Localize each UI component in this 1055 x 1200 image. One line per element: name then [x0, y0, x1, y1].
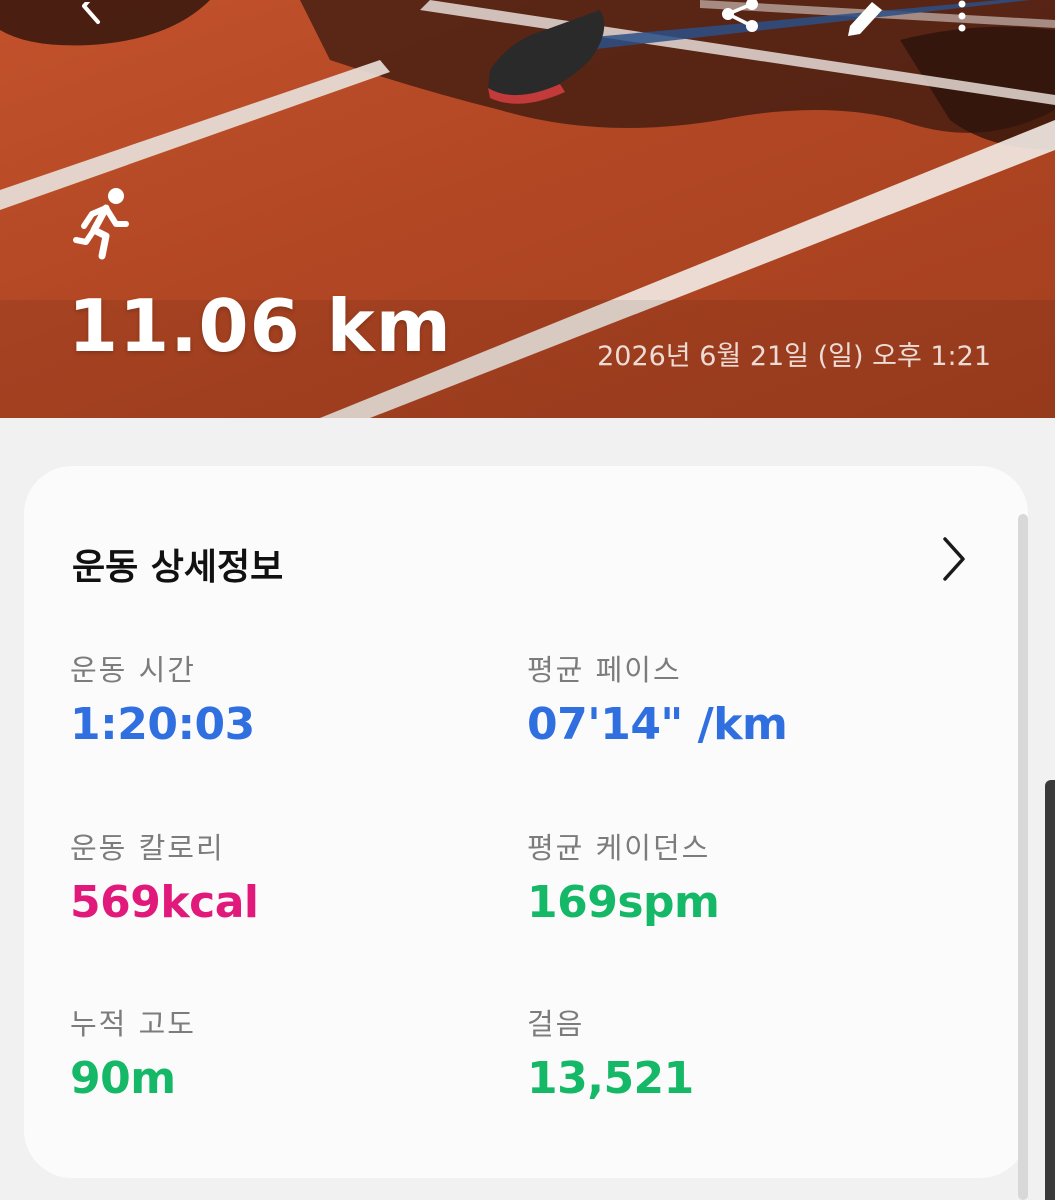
pencil-icon [848, 2, 882, 36]
stat-elevation-gain: 누적 고도 90m [70, 1010, 196, 1101]
stat-calories: 운동 칼로리 569kcal [70, 831, 259, 928]
chevron-right-icon [943, 537, 965, 581]
more-vertical-icon [958, 0, 966, 32]
workout-datetime: 2026년 6월 21일 (일) 오후 1:21 [597, 341, 991, 372]
workout-details-card: 운동 상세정보 운동 시간 1:20:03 평균 페이스 07'14" /km … [24, 466, 1028, 1178]
share-icon [722, 0, 758, 32]
edit-button[interactable] [834, 0, 894, 40]
share-button[interactable] [710, 0, 770, 40]
edge-panel-handle[interactable] [1045, 780, 1055, 1200]
stat-label: 평균 페이스 [527, 653, 682, 687]
stat-label: 운동 시간 [70, 653, 196, 687]
stat-value: 169spm [527, 877, 720, 928]
stat-duration: 운동 시간 1:20:03 [70, 656, 255, 747]
stat-average-cadence: 평균 케이던스 169spm [527, 831, 720, 928]
distance-value: 11.06 km [68, 284, 452, 368]
stat-label: 누적 고도 [70, 1007, 196, 1041]
running-icon [73, 188, 129, 260]
chevron-left-icon [82, 2, 100, 24]
stat-steps: 걸음 13,521 [527, 1010, 694, 1101]
details-open-button[interactable] [932, 532, 976, 586]
stat-value: 13,521 [527, 1053, 694, 1104]
back-button[interactable] [60, 0, 120, 40]
stat-label: 운동 칼로리 [70, 831, 225, 865]
stat-average-pace: 평균 페이스 07'14" /km [527, 653, 788, 750]
scrollbar[interactable] [1018, 514, 1028, 1200]
stat-value: 90m [70, 1053, 176, 1104]
stat-value: 569kcal [70, 877, 259, 928]
card-title: 운동 상세정보 [72, 547, 284, 588]
header-photo: 11.06 km 2026년 6월 21일 (일) 오후 1:21 [0, 0, 1055, 418]
stat-value: 07'14" /km [527, 699, 788, 750]
more-options-button[interactable] [932, 0, 992, 40]
stat-label: 평균 케이던스 [527, 831, 711, 865]
stat-label: 걸음 [527, 1007, 585, 1041]
stat-value: 1:20:03 [70, 699, 255, 750]
